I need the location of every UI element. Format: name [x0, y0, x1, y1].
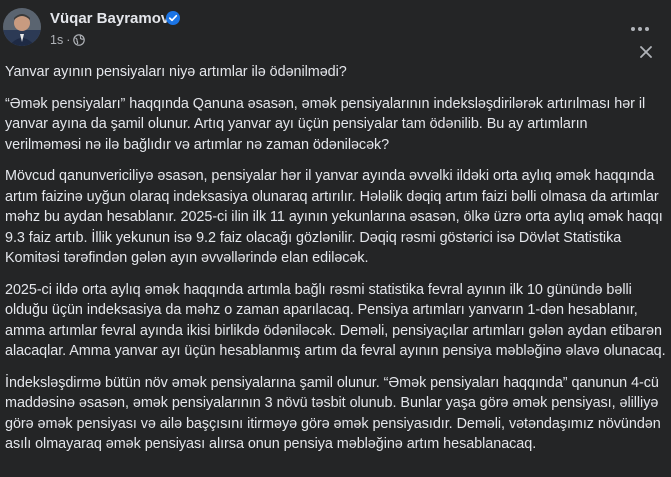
post-paragraph: “Əmək pensiyaları” haqqında Qanuna əsasə…: [5, 95, 646, 153]
post-paragraph: İndeksləşdirmə bütün növ əmək pensiyalar…: [5, 374, 661, 453]
post-paragraph: 2025-ci ildə orta aylıq əmək haqqında ar…: [5, 281, 666, 360]
post-paragraph-question: Yanvar ayının pensiyaları niyə artımlar …: [5, 64, 347, 80]
avatar-image: [3, 8, 41, 46]
meta-separator: ·: [66, 33, 71, 47]
verified-badge-icon: [166, 11, 180, 25]
post-header: Vüqar Bayramov 1s ·: [0, 0, 671, 60]
post-timestamp[interactable]: 1s: [50, 33, 63, 47]
avatar[interactable]: [3, 8, 41, 46]
facebook-post: Vüqar Bayramov 1s · Yanvar ayının pensiy…: [0, 0, 671, 477]
more-options-dot: [638, 27, 642, 31]
close-button[interactable]: [636, 42, 656, 62]
globe-icon[interactable]: [73, 34, 86, 46]
post-meta: 1s ·: [50, 33, 86, 47]
post-paragraph: Mövcud qanunvericiliyə əsasən, pensiyala…: [5, 168, 663, 266]
more-options-dot: [645, 27, 649, 31]
more-options-icon: [631, 27, 635, 31]
close-icon: [640, 46, 652, 58]
post-body: Yanvar ayının pensiyaları niyə artımlar …: [5, 62, 667, 455]
author-name[interactable]: Vüqar Bayramov: [50, 10, 169, 27]
more-options-button[interactable]: [627, 16, 653, 42]
